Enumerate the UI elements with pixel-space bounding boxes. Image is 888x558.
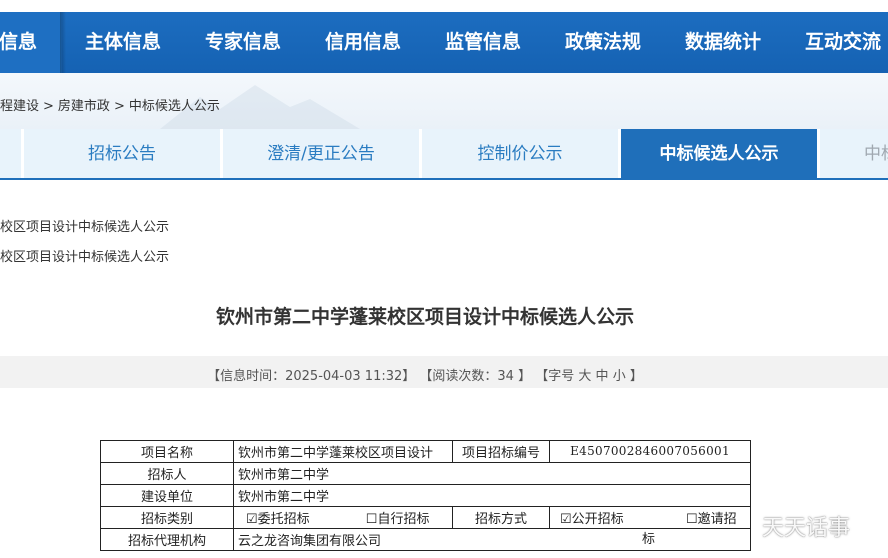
table-cell-value: 云之龙咨询集团有限公司: [233, 528, 751, 551]
bid-number: E4507002846007056001: [570, 444, 730, 458]
nav-label: 监管信息: [445, 31, 522, 53]
table-cell-value: 钦州市第二中学: [233, 484, 751, 507]
info-time: 【信息时间：2025-04-03 11:32】: [207, 369, 416, 384]
table-cell-value: 钦州市第二中学: [233, 462, 751, 485]
nav-label: 专家信息: [205, 31, 282, 53]
option-open: ☑公开招标: [560, 512, 624, 527]
table-row: 建设单位 钦州市第二中学: [100, 484, 751, 507]
list-item[interactable]: 校区项目设计中标候选人公示: [0, 246, 169, 265]
table-cell-label: 招标人: [100, 462, 234, 485]
font-size-close: 】: [629, 369, 643, 384]
tab-partial-left[interactable]: [0, 129, 21, 178]
nav-label: 互动交流: [805, 31, 882, 53]
nav-label: 信用信息: [325, 31, 402, 53]
table-cell-label: 项目名称: [100, 440, 234, 463]
tab-label: 招标公告: [88, 144, 156, 164]
breadcrumb-separator: >: [43, 99, 54, 114]
list-item[interactable]: 校区项目设计中标候选人公示: [0, 216, 169, 235]
tab-winning-partial[interactable]: 中标: [820, 129, 888, 178]
table-cell-label: 项目招标编号: [452, 440, 550, 463]
breadcrumb: 程建设 > 房建市政 > 中标候选人公示: [0, 95, 224, 114]
nav-item-expert[interactable]: 专家信息: [205, 12, 281, 73]
breadcrumb-band: 程建设 > 房建市政 > 中标候选人公示: [0, 73, 888, 129]
article-meta: 【信息时间：2025-04-03 11:32】 【阅读次数：34 】 【字号 大…: [0, 365, 850, 384]
nav-top-cap: [0, 0, 888, 12]
tab-label: 澄清/更正公告: [267, 144, 375, 164]
watermark: 天天话事: [762, 516, 851, 541]
breadcrumb-separator: >: [113, 99, 125, 114]
table-cell-value: E4507002846007056001: [549, 440, 751, 463]
tab-winning-candidate[interactable]: 中标候选人公示: [621, 129, 817, 178]
nav-item-policy[interactable]: 政策法规: [565, 12, 641, 73]
nav-item-info[interactable]: 息信息: [0, 12, 62, 73]
nav-item-supervision[interactable]: 监管信息: [445, 12, 521, 73]
table-row: 招标人 钦州市第二中学: [100, 462, 751, 485]
table-cell-label: 建设单位: [100, 484, 234, 507]
tab-bid-announcement[interactable]: 招标公告: [24, 129, 220, 178]
table-cell-label: 招标方式: [452, 506, 550, 529]
font-small-button[interactable]: 小: [613, 369, 626, 384]
nav-divider: [60, 12, 66, 73]
tab-control-price[interactable]: 控制价公示: [422, 129, 618, 178]
tab-label: 控制价公示: [477, 144, 563, 164]
breadcrumb-item[interactable]: 房建市政: [58, 99, 110, 114]
tab-row: 招标公告 澄清/更正公告 控制价公示 中标候选人公示 中标: [0, 129, 888, 180]
tab-label: 中标: [864, 144, 888, 164]
nav-item-credit[interactable]: 信用信息: [325, 12, 401, 73]
project-info-table: 项目名称 钦州市第二中学蓬莱校区项目设计 项目招标编号 E45070028460…: [100, 440, 751, 551]
option-self: ☐自行招标: [365, 512, 430, 527]
option-invite: ☐邀请招: [686, 512, 737, 527]
nav-item-statistics[interactable]: 数据统计: [685, 12, 761, 73]
font-medium-button[interactable]: 中: [596, 369, 609, 384]
option-invite-wrap: 标: [642, 532, 656, 547]
table-row: 招标类别 ☑委托招标 ☐自行招标 招标方式 ☑公开招标 ☐邀请招 标: [100, 506, 751, 547]
table-cell-label: 招标代理机构: [100, 528, 234, 551]
breadcrumb-item[interactable]: 程建设: [0, 99, 39, 114]
read-count: 【阅读次数：34 】: [419, 369, 532, 384]
nav-label: 主体信息: [85, 31, 162, 53]
font-large-button[interactable]: 大: [578, 369, 591, 384]
breadcrumb-current[interactable]: 中标候选人公示: [129, 99, 220, 114]
nav-label: 政策法规: [565, 31, 642, 53]
nav-item-subject[interactable]: 主体信息: [85, 12, 161, 73]
page-title: 钦州市第二中学蓬莱校区项目设计中标候选人公示: [215, 306, 634, 328]
nav-label: 数据统计: [685, 31, 762, 53]
tab-clarification[interactable]: 澄清/更正公告: [223, 129, 419, 178]
table-cell-value: 钦州市第二中学蓬莱校区项目设计: [233, 440, 453, 463]
nav-item-interaction[interactable]: 互动交流: [805, 12, 881, 73]
table-cell-value: ☑委托招标 ☐自行招标: [233, 506, 453, 529]
font-size-label: 【字号: [535, 369, 575, 384]
table-cell-label: 招标类别: [100, 506, 234, 529]
top-nav: 息信息 主体信息 专家信息 信用信息 监管信息 政策法规 数据统计 互动交流: [0, 0, 888, 73]
option-entrusted: ☑委托招标: [246, 512, 310, 527]
table-cell-value: ☑公开招标 ☐邀请招 标: [549, 506, 751, 547]
tab-label: 中标候选人公示: [659, 144, 779, 164]
table-row: 项目名称 钦州市第二中学蓬莱校区项目设计 项目招标编号 E45070028460…: [100, 440, 751, 463]
